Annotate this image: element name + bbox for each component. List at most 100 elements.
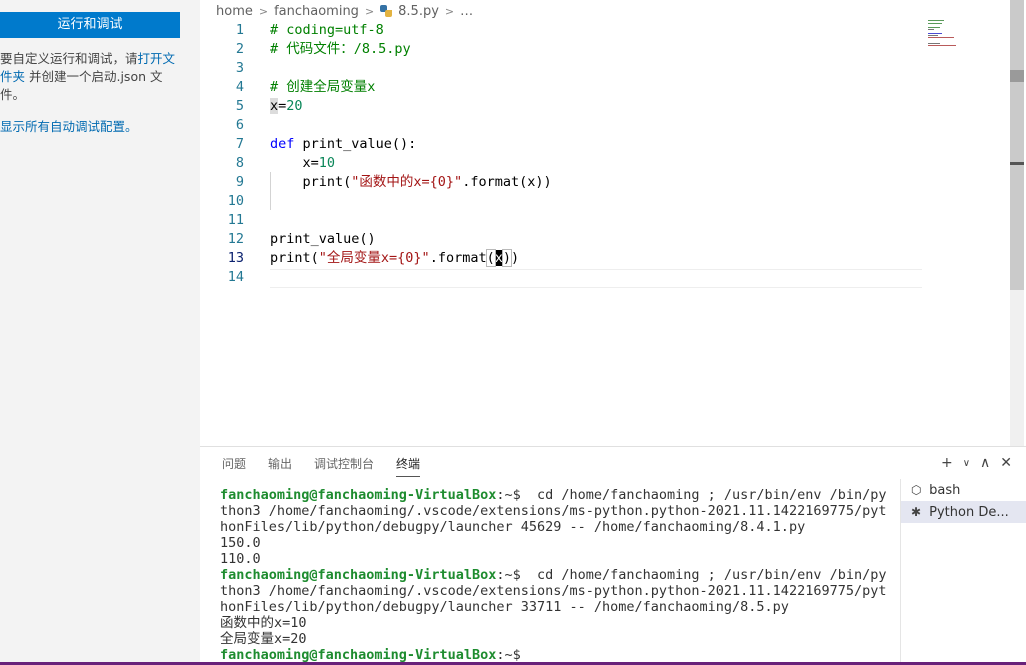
terminal-line: 150.0 [220, 535, 890, 551]
breadcrumb-more[interactable]: … [460, 4, 473, 19]
tab-terminal[interactable]: 终端 [396, 455, 421, 477]
line-number: 12 [227, 231, 244, 247]
code-line[interactable]: 14 [200, 268, 920, 287]
code-text: # 代码文件：/8.5.py [270, 41, 411, 57]
code-line[interactable]: 9 print("函数中的x={0}".format(x)) [200, 173, 920, 192]
breadcrumb-folder[interactable]: fanchaoming [274, 4, 359, 19]
terminal-text: 函数中的x=10 [220, 615, 307, 631]
minimap-line [928, 37, 954, 38]
terminal-line: honFiles/lib/python/debugpy/launcher 456… [220, 519, 890, 535]
terminal-line: fanchaoming@fanchaoming-VirtualBox:~$ [220, 647, 890, 663]
terminal-command: :~$ cd /home/fanchaoming ; /usr/bin/env … [496, 567, 887, 583]
terminal-text: thon3 /home/fanchaoming/.vscode/extensio… [220, 583, 887, 599]
code-line[interactable]: 12 print_value() [200, 230, 920, 249]
terminal-output[interactable]: fanchaoming@fanchaoming-VirtualBox :~$ cd… [220, 487, 890, 663]
terminal-line: thon3 /home/fanchaoming/.vscode/extensio… [220, 583, 890, 599]
line-number: 14 [227, 269, 244, 285]
code-text: print("函数中的x={0}".format(x)) [270, 174, 552, 190]
terminal-text: 150.0 [220, 535, 261, 551]
terminal-item-python-debug[interactable]: ✱ Python De... [901, 501, 1026, 523]
bottom-panel: 问题 输出 调试控制台 终端 + ∨ ∧ ✕ fanchaoming@fanch… [200, 446, 1026, 665]
run-and-debug-button[interactable]: 运行和调试 [0, 12, 180, 38]
tab-debug-console[interactable]: 调试控制台 [314, 455, 374, 477]
debug-sidebar: 运行和调试 要自定义运行和调试，请打开文件夹 并创建一个启动.json 文件。 … [0, 0, 200, 665]
terminal-line: fanchaoming@fanchaoming-VirtualBox:~$ cd… [220, 487, 890, 503]
chevron-right-icon: > [444, 4, 455, 18]
minimap-line [928, 20, 944, 21]
python-file-icon [380, 5, 393, 17]
code-text: x=10 [270, 155, 336, 171]
terminal-text: 全局变量x=20 [220, 631, 307, 647]
code-line[interactable]: 10 [200, 192, 920, 211]
sidebar-description: 要自定义运行和调试，请打开文件夹 并创建一个启动.json 文件。 [0, 50, 185, 104]
bash-icon: ⬡ [911, 483, 922, 497]
editor-scrollbar-thumb[interactable] [1010, 0, 1024, 290]
terminal-line: honFiles/lib/python/debugpy/launcher 337… [220, 599, 890, 615]
line-number: 9 [235, 174, 244, 190]
minimap-line [928, 23, 942, 24]
minimap-line [928, 29, 934, 30]
close-panel-icon[interactable]: ✕ [1000, 455, 1012, 473]
sidebar-text-prefix: 要自定义运行和调试，请 [0, 51, 138, 66]
terminal-item-label: bash [929, 483, 961, 498]
code-area[interactable]: 1 # coding=utf-8 2 # 代码文件：/8.5.py 3 4 # 创建全局变量… [200, 20, 1010, 446]
code-line[interactable]: 11 [200, 211, 920, 230]
chevron-right-icon: > [364, 4, 375, 18]
code-text: # 创建全局变量x [270, 79, 376, 95]
show-all-debug-configs-link[interactable]: 显示所有自动调试配置。 [0, 119, 138, 134]
line-number: 10 [227, 193, 244, 209]
code-line[interactable]: 6 [200, 116, 920, 135]
terminal-text: thon3 /home/fanchaoming/.vscode/extensio… [220, 503, 887, 519]
breadcrumb-file[interactable]: 8.5.py [398, 4, 439, 19]
code-line[interactable]: 3 [200, 59, 920, 78]
line-number: 11 [227, 212, 244, 228]
minimap-line [928, 43, 940, 44]
panel-actions: + ∨ ∧ ✕ [941, 455, 1012, 473]
code-line[interactable]: 4 # 创建全局变量x [200, 78, 920, 97]
maximize-panel-icon[interactable]: ∧ [980, 455, 990, 473]
line-number: 7 [235, 136, 244, 152]
sidebar-text-suffix: 并创建一个启动.json 文件。 [0, 69, 163, 102]
code-text: print_value() [270, 231, 376, 247]
terminal-line: 函数中的x=10 [220, 615, 890, 631]
minimap-line [928, 27, 940, 28]
terminal-prompt: fanchaoming@fanchaoming-VirtualBox [220, 487, 497, 503]
code-text: # coding=utf-8 [270, 22, 384, 38]
minimap-line [928, 33, 942, 34]
line-number: 2 [235, 41, 244, 57]
terminal-text: honFiles/lib/python/debugpy/launcher 456… [220, 519, 806, 535]
debug-icon: ✱ [911, 505, 922, 519]
line-number: 1 [235, 22, 244, 38]
terminal-command: :~$ [496, 647, 529, 663]
terminal-line: 全局变量x=20 [220, 631, 890, 647]
tab-problems[interactable]: 问题 [222, 455, 246, 477]
minimap-line [928, 45, 956, 46]
minimap-line [928, 35, 938, 36]
code-line[interactable]: 1 # coding=utf-8 [200, 21, 920, 40]
terminal-item-label: Python De... [929, 505, 1009, 520]
code-line[interactable]: 7 def print_value(): [200, 135, 920, 154]
code-line[interactable]: 8 x=10 [200, 154, 920, 173]
code-text: x=20 [270, 98, 303, 114]
new-terminal-icon[interactable]: + [941, 455, 953, 473]
terminal-item-bash[interactable]: ⬡ bash [901, 479, 1026, 501]
scrollbar-marker [1010, 70, 1024, 82]
terminal-line: fanchaoming@fanchaoming-VirtualBox:~$ cd… [220, 567, 890, 583]
code-text: print("全局变量x={0}".format(x)) [270, 249, 520, 267]
chevron-right-icon: > [258, 4, 269, 18]
terminal-list: ⬡ bash ✱ Python De... [900, 479, 1026, 665]
editor[interactable]: home > fanchaoming > 8.5.py > … 1 # codin… [200, 0, 1026, 446]
line-number: 5 [235, 98, 244, 114]
terminal-text: honFiles/lib/python/debugpy/launcher 337… [220, 599, 789, 615]
code-line[interactable]: 13 print("全局变量x={0}".format(x)) [200, 249, 920, 268]
terminal-text: 110.0 [220, 551, 261, 567]
terminal-line: thon3 /home/fanchaoming/.vscode/extensio… [220, 503, 890, 519]
terminal-prompt: fanchaoming@fanchaoming-VirtualBox [220, 647, 497, 663]
code-line[interactable]: 5 x=20 [200, 97, 920, 116]
chevron-down-icon[interactable]: ∨ [963, 455, 970, 473]
line-number: 6 [235, 117, 244, 133]
code-line[interactable]: 2 # 代码文件：/8.5.py [200, 40, 920, 59]
breadcrumb-home[interactable]: home [216, 4, 253, 19]
minimap[interactable] [924, 18, 1006, 48]
tab-output[interactable]: 输出 [268, 455, 292, 477]
